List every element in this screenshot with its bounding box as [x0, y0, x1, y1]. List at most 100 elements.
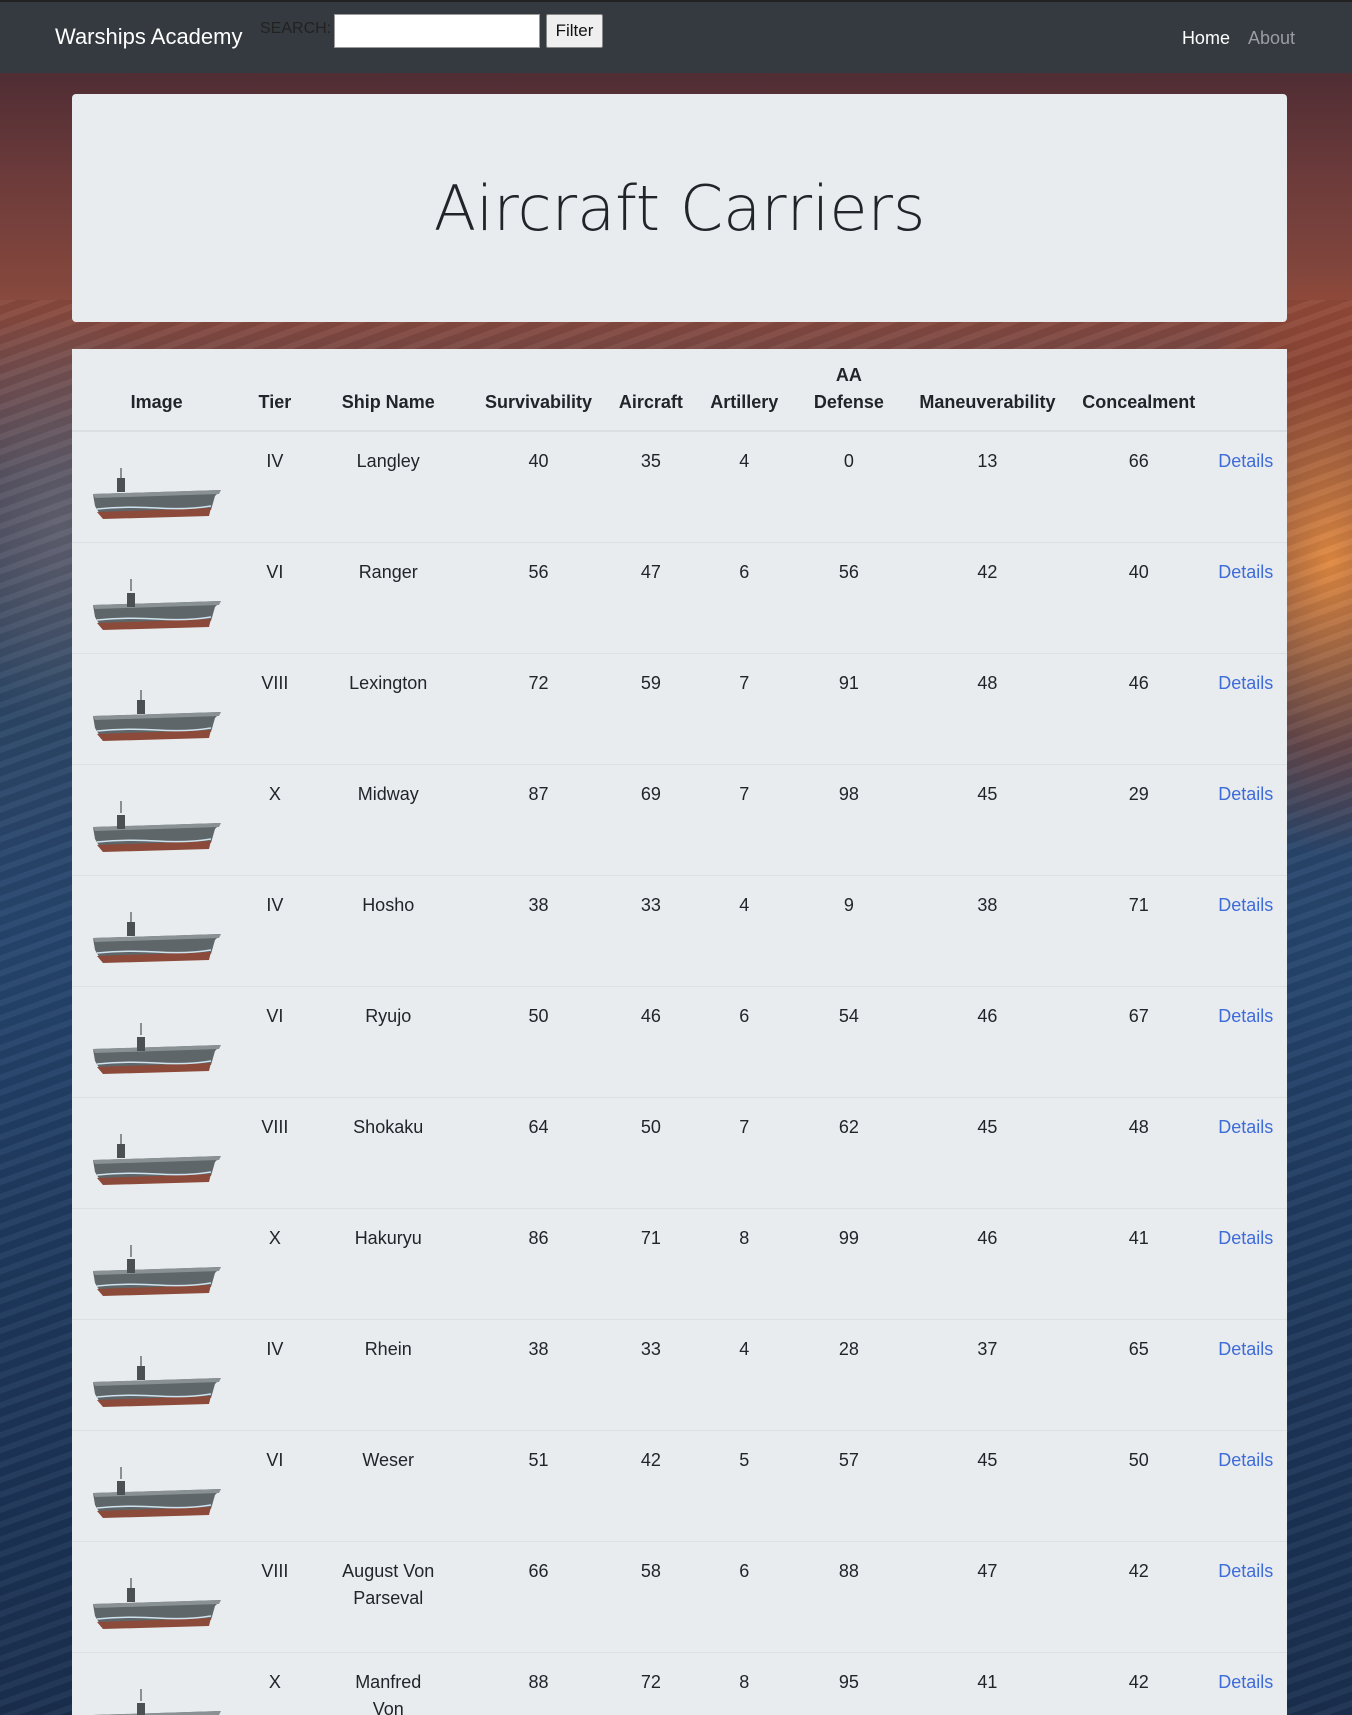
ship-image	[92, 1466, 221, 1518]
cell-ship-name: Langley	[308, 430, 468, 542]
cell-maneuverability: 13	[901, 430, 1074, 542]
cell-maneuverability: 46	[901, 1207, 1074, 1319]
cell-maneuverability: 41	[901, 1651, 1074, 1715]
cell-ship-name: Rhein	[308, 1318, 468, 1430]
cell-artillery: 6	[692, 541, 796, 653]
table-row: XManfred Von Richtofen88728954142 Details	[72, 1651, 1287, 1715]
cell-aircraft: 42	[609, 1429, 693, 1541]
ship-image-cell	[72, 763, 242, 875]
filter-button[interactable]: Filter	[546, 14, 603, 48]
cell-artillery: 8	[692, 1207, 796, 1319]
search-input[interactable]	[334, 14, 540, 48]
cell-tier: VIII	[241, 1540, 309, 1652]
cell-aircraft: 71	[609, 1207, 693, 1319]
table-header-row: Image Tier Ship Name Survivability Aircr…	[72, 349, 1287, 432]
details-link[interactable]: Details	[1218, 1672, 1273, 1692]
cell-survivability: 66	[467, 1540, 610, 1652]
details-link[interactable]: Details	[1218, 1117, 1273, 1137]
cell-artillery: 4	[692, 430, 796, 542]
cell-details: Details	[1204, 985, 1287, 1097]
cell-maneuverability: 48	[901, 652, 1074, 764]
cell-tier: IV	[241, 430, 309, 542]
details-link[interactable]: Details	[1218, 562, 1273, 582]
details-link[interactable]: Details	[1218, 1006, 1273, 1026]
cell-maneuverability: 46	[901, 985, 1074, 1097]
cell-artillery: 4	[692, 874, 796, 986]
cell-concealment: 42	[1073, 1540, 1205, 1652]
table-row: VIII August Von Parseval 66 58 6 88 47 42 Detail…	[72, 1540, 1287, 1652]
cell-survivability: 72	[467, 652, 610, 764]
cell-maneuverability: 47	[901, 1540, 1074, 1652]
details-link[interactable]: Details	[1218, 1228, 1273, 1248]
cell-tier: X	[241, 763, 309, 875]
cell-tier: IV	[241, 1318, 309, 1430]
details-link[interactable]: Details	[1218, 1339, 1273, 1359]
brand-link[interactable]: Warships Academy	[55, 24, 242, 50]
cell-ship-name: Ryujo	[308, 985, 468, 1097]
table-row: VIII Shokaku 64 50 7 62 45 48 Details	[72, 1096, 1287, 1208]
ship-image	[92, 578, 221, 630]
search-label: SEARCH:	[260, 20, 332, 37]
header-concealment: Concealment	[1073, 349, 1205, 432]
cell-survivability: 38	[467, 874, 610, 986]
cell-concealment: 67	[1073, 985, 1205, 1097]
cell-maneuverability: 38	[901, 874, 1074, 986]
cell-aa-defense: 9	[795, 874, 902, 986]
cell-concealment: 40	[1073, 541, 1205, 653]
details-link[interactable]: Details	[1218, 673, 1273, 693]
cell-aircraft: 72	[609, 1651, 693, 1715]
cell-concealment: 29	[1073, 763, 1205, 875]
details-link[interactable]: Details	[1218, 895, 1273, 915]
cell-ship-name: Hosho	[308, 874, 468, 986]
cell-aircraft: 58	[609, 1540, 693, 1652]
cell-survivability: 87	[467, 763, 610, 875]
cell-details: Details	[1204, 874, 1287, 986]
cell-aa-defense: 95	[795, 1651, 902, 1715]
cell-aa-defense: 54	[795, 985, 902, 1097]
ship-image	[92, 911, 221, 963]
cell-tier: VI	[241, 985, 309, 1097]
cell-artillery: 7	[692, 1096, 796, 1208]
cell-tier: X	[241, 1207, 309, 1319]
details-link[interactable]: Details	[1218, 784, 1273, 804]
nav-home-link[interactable]: Home	[1182, 28, 1230, 49]
cell-artillery: 4	[692, 1318, 796, 1430]
header-tier: Tier	[241, 349, 309, 432]
jumbotron: Aircraft Carriers	[72, 94, 1287, 322]
ship-image-cell	[72, 874, 242, 986]
cell-tier: X	[241, 1651, 309, 1715]
cell-ship-name: Hakuryu	[308, 1207, 468, 1319]
cell-artillery: 7	[692, 763, 796, 875]
ship-image	[92, 800, 221, 852]
ship-image-cell	[72, 1096, 242, 1208]
cell-ship-name: Manfred Von Richtofen	[308, 1651, 468, 1715]
details-link[interactable]: Details	[1218, 1561, 1273, 1581]
page-title: Aircraft Carriers	[433, 171, 926, 245]
cell-details: Details	[1204, 1318, 1287, 1430]
cell-concealment: 71	[1073, 874, 1205, 986]
cell-maneuverability: 45	[901, 763, 1074, 875]
cell-tier: VIII	[241, 652, 309, 764]
cell-ship-name: Midway	[308, 763, 468, 875]
header-aa-defense: AA Defense	[795, 349, 902, 432]
cell-aa-defense: 56	[795, 541, 902, 653]
cell-aa-defense: 57	[795, 1429, 902, 1541]
table-row: IV Langley 40 35 4 0 13 66 Details	[72, 430, 1287, 542]
cell-artillery: 7	[692, 652, 796, 764]
cell-survivability: 40	[467, 430, 610, 542]
table-row: VI Ranger 56 47 6 56 42 40 Details	[72, 541, 1287, 653]
details-link[interactable]: Details	[1218, 451, 1273, 471]
navbar: Warships Academy SEARCH: Filter Home Abo…	[0, 0, 1352, 73]
cell-artillery: 6	[692, 1540, 796, 1652]
ship-image	[92, 1022, 221, 1074]
nav-links: Home About	[1182, 28, 1295, 49]
cell-aa-defense: 91	[795, 652, 902, 764]
table-row: VI Weser 51 42 5 57 45 50 Details	[72, 1429, 1287, 1541]
ship-image-cell	[72, 652, 242, 764]
nav-about-link[interactable]: About	[1248, 28, 1295, 49]
ships-table-panel: Image Tier Ship Name Survivability Aircr…	[72, 349, 1287, 1715]
ship-image	[92, 1688, 221, 1715]
details-link[interactable]: Details	[1218, 1450, 1273, 1470]
table-row: X Hakuryu 86 71 8 99 46 41 Details	[72, 1207, 1287, 1319]
table-row: VI Ryujo 50 46 6 54 46 67 Details	[72, 985, 1287, 1097]
